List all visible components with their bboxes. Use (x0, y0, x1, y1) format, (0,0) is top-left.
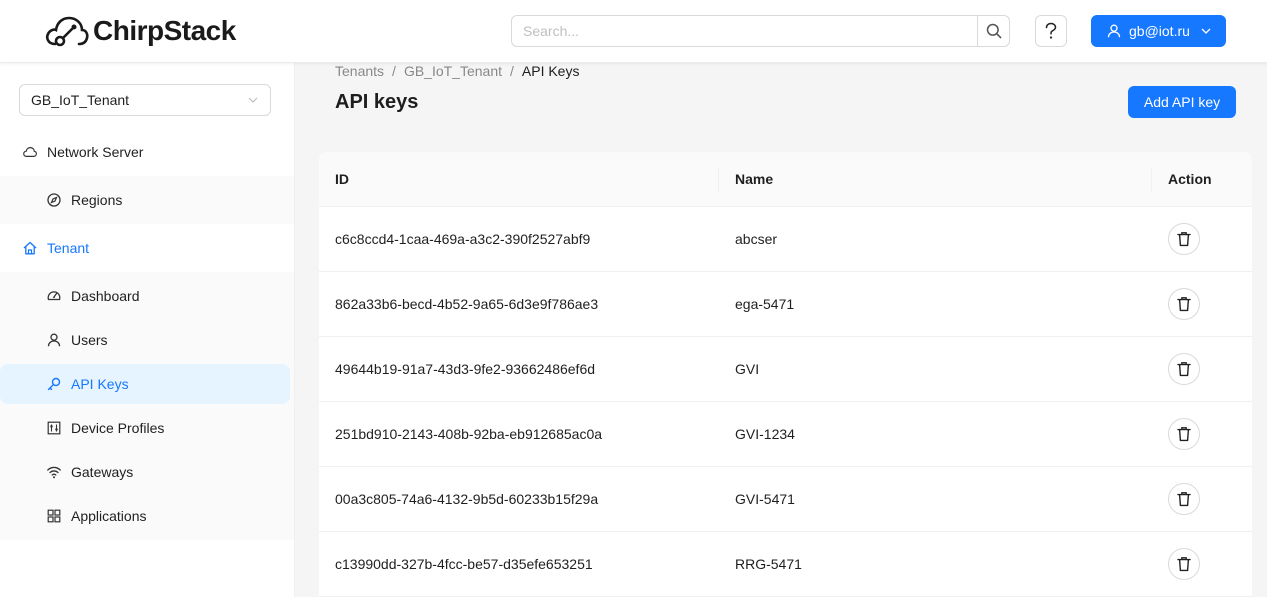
trash-icon (1177, 557, 1191, 572)
chevron-down-icon (248, 97, 258, 103)
table-row: 49644b19-91a7-43d3-9fe2-93662486ef6d GVI (319, 337, 1252, 402)
search-bar (511, 15, 1010, 47)
home-icon (23, 241, 37, 255)
trash-icon (1177, 297, 1191, 312)
sidebar-divider (294, 63, 295, 597)
table-row: c13990dd-327b-4fcc-be57-d35efe653251 RRG… (319, 532, 1252, 597)
add-api-key-button[interactable]: Add API key (1128, 86, 1236, 118)
api-key-id: c6c8ccd4-1caa-469a-a3c2-390f2527abf9 (335, 231, 591, 247)
compass-icon (47, 193, 61, 207)
sidebar-item-label: Dashboard (71, 288, 140, 304)
sidebar-item-tenant[interactable]: Tenant (0, 224, 295, 272)
action-cell (1152, 272, 1252, 336)
breadcrumb-item-current: API Keys (521, 63, 580, 79)
top-header: ChirpStack gb@iot.ru (0, 0, 1267, 63)
action-cell (1152, 467, 1252, 531)
sidebar-item-regions[interactable]: Regions (0, 180, 290, 220)
api-key-id: 49644b19-91a7-43d3-9fe2-93662486ef6d (335, 361, 596, 377)
tenant-select-value: GB_IoT_Tenant (31, 92, 130, 108)
sidebar-item-label: Network Server (47, 144, 144, 160)
question-icon (1045, 22, 1057, 39)
delete-button[interactable] (1168, 223, 1200, 255)
api-key-id: c13990dd-327b-4fcc-be57-d35efe653251 (335, 556, 593, 572)
api-key-name: ega-5471 (735, 296, 795, 312)
api-key-id: 251bd910-2143-408b-92ba-eb912685ac0a (335, 426, 603, 442)
search-icon (986, 23, 1001, 39)
user-icon (47, 333, 61, 347)
breadcrumb-separator: / (510, 63, 514, 79)
api-key-name: GVI-5471 (735, 491, 795, 507)
key-icon (47, 377, 61, 391)
trash-icon (1177, 427, 1191, 442)
api-key-id: 00a3c805-74a6-4132-9b5d-60233b15f29a (335, 491, 599, 507)
page-title: API keys (335, 91, 419, 113)
chevron-down-icon (1201, 28, 1211, 34)
sidebar-item-label: Regions (71, 192, 123, 208)
column-header-name: Name (719, 152, 1152, 206)
cloud-icon (23, 147, 37, 157)
help-button[interactable] (1035, 15, 1067, 47)
sidebar-item-applications[interactable]: Applications (0, 496, 290, 536)
trash-icon (1177, 232, 1191, 247)
table-row: c6c8ccd4-1caa-469a-a3c2-390f2527abf9 abc… (319, 207, 1252, 272)
table-row: 00a3c805-74a6-4132-9b5d-60233b15f29a GVI… (319, 467, 1252, 532)
logo-cloud-icon (45, 16, 89, 47)
sidebar-item-label: Applications (71, 508, 147, 524)
sidebar-item-gateways[interactable]: Gateways (0, 452, 290, 492)
breadcrumb: Tenants / GB_IoT_Tenant / API Keys (335, 63, 579, 79)
breadcrumb-item-tenants[interactable]: Tenants (335, 63, 384, 79)
api-key-name: abcser (735, 231, 778, 247)
user-icon (1107, 24, 1121, 38)
breadcrumb-separator: / (392, 63, 396, 79)
sidebar-item-device-profiles[interactable]: Device Profiles (0, 408, 290, 448)
sidebar-item-users[interactable]: Users (0, 320, 290, 360)
sidebar-item-label: Tenant (47, 240, 90, 256)
delete-button[interactable] (1168, 483, 1200, 515)
delete-button[interactable] (1168, 418, 1200, 450)
column-header-action: Action (1168, 171, 1212, 187)
column-header-id: ID (319, 152, 719, 206)
action-cell (1152, 337, 1252, 401)
dashboard-icon (47, 291, 61, 301)
sidebar-item-label: API Keys (71, 376, 129, 392)
api-key-name: RRG-5471 (735, 556, 802, 572)
chirpstack-logo[interactable]: ChirpStack (45, 14, 236, 48)
table-row: 862a33b6-becd-4b52-9a65-6d3e9f786ae3 ega… (319, 272, 1252, 337)
delete-button[interactable] (1168, 548, 1200, 580)
sidebar-item-api-keys[interactable]: API Keys (0, 364, 290, 404)
table-row: 251bd910-2143-408b-92ba-eb912685ac0a GVI… (319, 402, 1252, 467)
trash-icon (1177, 362, 1191, 377)
appstore-icon (47, 509, 61, 523)
search-button[interactable] (978, 15, 1010, 47)
user-menu-button[interactable]: gb@iot.ru (1091, 15, 1226, 47)
api-keys-table: ID Name Action c6c8ccd4-1caa-469a-a3c2-3… (319, 152, 1252, 597)
sidebar-item-label: Device Profiles (71, 420, 165, 436)
table-header: ID Name Action (319, 152, 1252, 207)
sidebar-item-dashboard[interactable]: Dashboard (0, 276, 290, 316)
trash-icon (1177, 492, 1191, 507)
sidebar-item-label: Gateways (71, 464, 134, 480)
sidebar-item-network-server[interactable]: Network Server (0, 128, 295, 176)
sidebar: GB_IoT_Tenant Network Server Regions Ten… (0, 63, 295, 597)
api-key-name: GVI-1234 (735, 426, 795, 442)
user-email: gb@iot.ru (1129, 23, 1190, 39)
sidebar-item-label: Users (71, 332, 108, 348)
action-cell (1152, 207, 1252, 271)
control-icon (47, 421, 61, 435)
tenant-select[interactable]: GB_IoT_Tenant (19, 84, 271, 116)
action-cell (1152, 532, 1252, 596)
breadcrumb-item-tenant[interactable]: GB_IoT_Tenant (404, 63, 502, 79)
api-key-name: GVI (735, 361, 760, 377)
search-input[interactable] (511, 15, 979, 47)
delete-button[interactable] (1168, 353, 1200, 385)
wifi-icon (47, 466, 61, 479)
api-key-id: 862a33b6-becd-4b52-9a65-6d3e9f786ae3 (335, 296, 599, 312)
table-body: c6c8ccd4-1caa-469a-a3c2-390f2527abf9 abc… (319, 207, 1252, 597)
delete-button[interactable] (1168, 288, 1200, 320)
logo-text: ChirpStack (93, 15, 236, 46)
action-cell (1152, 402, 1252, 466)
